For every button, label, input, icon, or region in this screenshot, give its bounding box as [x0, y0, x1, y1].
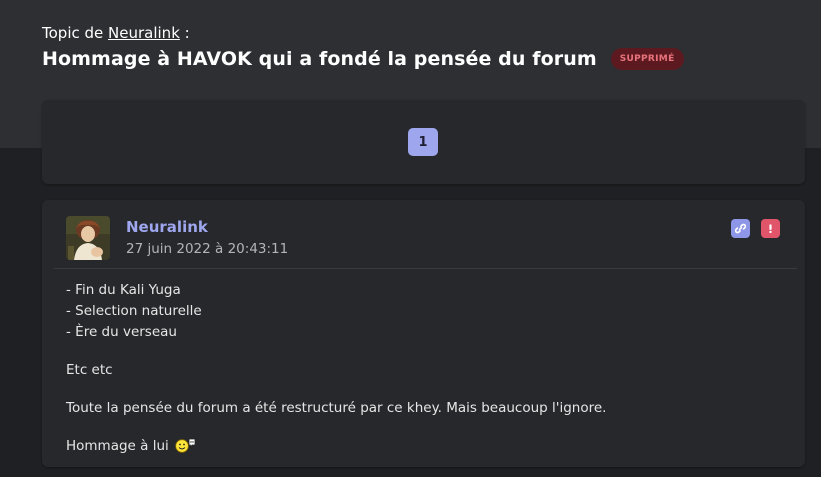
- pagination-card: 1: [42, 100, 805, 184]
- title-row: Hommage à HAVOK qui a fondé la pensée du…: [42, 48, 684, 70]
- post-divider: [54, 268, 797, 269]
- topic-byline: Topic de Neuralink :: [42, 24, 190, 42]
- topic-author-link[interactable]: Neuralink: [108, 24, 180, 42]
- topic-prefix: Topic de: [42, 24, 104, 42]
- post-line: - Ère du verseau: [66, 324, 177, 340]
- post-line: - Fin du Kali Yuga: [66, 282, 181, 298]
- post-paragraph: Toute la pensée du forum a été restructu…: [66, 400, 607, 416]
- post-paragraph: Etc etc: [66, 362, 113, 378]
- post-author-link[interactable]: Neuralink: [126, 218, 208, 236]
- post-line: - Selection naturelle: [66, 303, 202, 319]
- post-paragraph-text: Hommage à lui: [66, 438, 169, 454]
- post-date: 27 juin 2022 à 20:43:11: [126, 241, 289, 257]
- exclamation-icon: [765, 219, 776, 238]
- post-body: - Fin du Kali Yuga - Selection naturelle…: [66, 280, 781, 460]
- page-button-current[interactable]: 1: [408, 128, 438, 156]
- topic-suffix: :: [179, 24, 190, 42]
- permalink-button[interactable]: [731, 219, 750, 238]
- post-paragraph-last: Hommage à lui: [66, 436, 781, 460]
- smiley-icon: [175, 437, 197, 460]
- status-badge: SUPPRIMÉ: [610, 48, 684, 70]
- report-button[interactable]: [761, 219, 780, 238]
- post-card: Neuralink 27 juin 2022 à 20:43:11 - Fin …: [42, 200, 805, 467]
- link-icon: [734, 219, 747, 238]
- avatar[interactable]: [66, 216, 110, 260]
- page-title: Hommage à HAVOK qui a fondé la pensée du…: [42, 48, 597, 70]
